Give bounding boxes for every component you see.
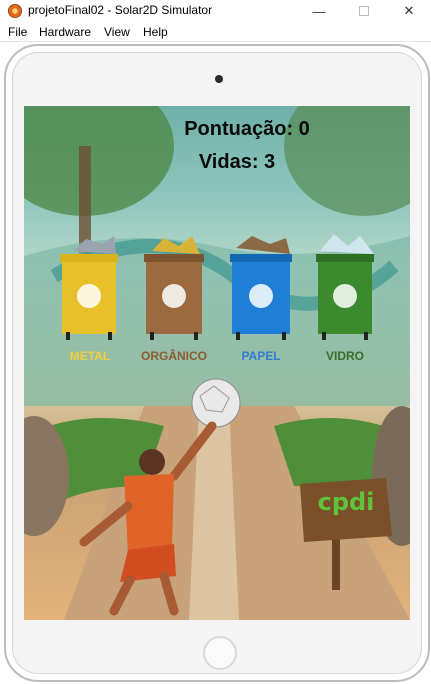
game-scene (24, 106, 410, 620)
bin-vidro (316, 234, 374, 340)
home-button[interactable] (203, 636, 237, 670)
window-titlebar: projetoFinal02 - Solar2D Simulator — ✕ (0, 0, 431, 22)
solar2d-app-icon (8, 4, 22, 18)
minimize-button[interactable]: — (296, 0, 342, 22)
camera-icon (215, 75, 223, 83)
maximize-icon (359, 6, 369, 16)
bin-label-metal: METAL (69, 349, 111, 363)
menu-hardware[interactable]: Hardware (39, 25, 91, 39)
menu-file[interactable]: File (8, 25, 27, 39)
lives-text: Vidas: 3 (198, 151, 276, 173)
score-text: Pontuação: 0 (184, 118, 310, 140)
game-screen[interactable]: Pontuação: 0 Vidas: 3 METAL ORGÂNICO PAP… (24, 106, 410, 620)
close-button[interactable]: ✕ (386, 0, 431, 22)
bin-label-papel: PAPEL (241, 349, 281, 363)
sign-logo: cpdi (317, 488, 375, 516)
bin-label-vidro: VIDRO (325, 349, 364, 363)
maximize-button[interactable] (341, 0, 387, 22)
window-title: projetoFinal02 - Solar2D Simulator (28, 3, 213, 17)
menu-help[interactable]: Help (143, 25, 168, 39)
menubar: File Hardware View Help (0, 22, 431, 42)
paper-ball (191, 378, 241, 428)
menu-view[interactable]: View (104, 25, 130, 39)
bin-label-organico: ORGÂNICO (141, 349, 207, 363)
